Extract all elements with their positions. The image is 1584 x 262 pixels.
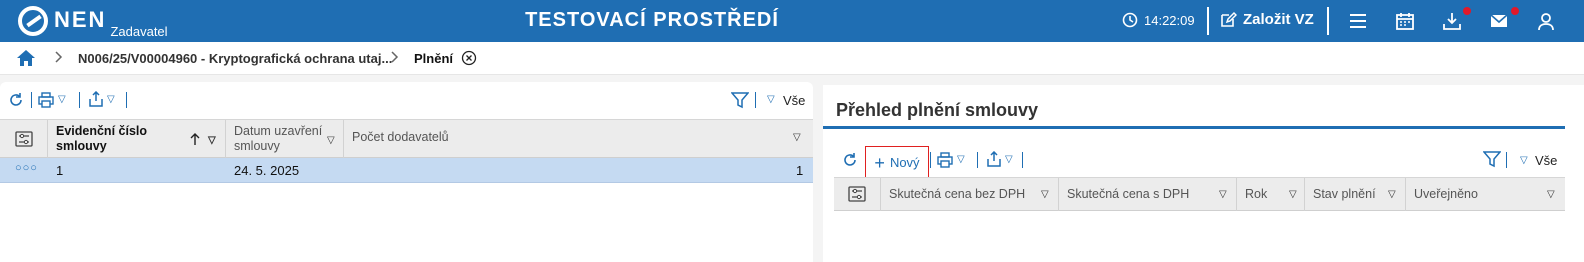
contracts-panel: ▽ ▽ ▽ Vše Evidenční číslo smlouvy ▽ Datu… [0,82,813,262]
refresh-icon[interactable] [8,92,24,108]
toolbar-divider [79,92,80,108]
column-header-label: Datum uzavření smlouvy [234,124,323,153]
export-icon[interactable] [88,91,104,107]
table-row[interactable]: ○○○ 1 24. 5. 2025 1 [0,158,813,183]
create-contract-label: Založit VZ [1243,11,1314,28]
mail-notification-dot [1511,7,1519,15]
download-icon[interactable] [1442,11,1462,31]
column-header-label: Skutečná cena bez DPH [889,187,1026,201]
filter-icon[interactable] [731,91,749,109]
print-dropdown-icon[interactable]: ▽ [58,94,66,105]
column-header-label: Počet dodavatelů [352,130,449,144]
column-header-stav-plneni[interactable]: Stav plnění ▽ [1305,178,1406,211]
print-icon[interactable] [937,152,953,168]
user-icon[interactable] [1536,11,1556,31]
header-divider [1327,7,1329,35]
column-header-label: Uveřejněno [1414,187,1478,201]
column-menu-icon[interactable]: ▽ [208,133,216,148]
calendar-icon[interactable] [1395,11,1415,31]
column-header-uverejneno[interactable]: Uveřejněno ▽ [1406,178,1565,211]
new-fulfillment-button[interactable]: + Nový [865,146,929,179]
edit-icon [1221,11,1237,27]
column-header-label: Evidenční číslo smlouvy [56,124,148,153]
chevron-right-icon [391,51,399,63]
contracts-grid-header: Evidenční číslo smlouvy ▽ Datum uzavření… [0,119,813,158]
column-header-cena-bez-dph[interactable]: Skutečná cena bez DPH ▽ [881,178,1059,211]
breadcrumb-item-contract[interactable]: N006/25/V00004960 - Kryptografická ochra… [78,51,392,66]
sort-ascending-icon[interactable] [190,132,200,146]
fulfillment-panel: Přehled plnění smlouvy + Nový ▽ ▽ ▽ Vše … [823,85,1584,262]
plus-icon: + [874,152,885,173]
column-header-evidencni-cislo[interactable]: Evidenční číslo smlouvy ▽ [48,120,226,158]
menu-icon[interactable] [1348,11,1368,31]
column-header-label: Rok [1245,187,1268,201]
app-header: NEN Zadavatel TESTOVACÍ PROSTŘEDÍ 14:22:… [0,0,1584,42]
close-tab-icon[interactable] [461,50,477,66]
column-header-label: Skutečná cena s DPH [1067,187,1190,201]
column-header-datum[interactable]: Datum uzavření smlouvy ▽ [226,120,344,158]
panel-title: Přehled plnění smlouvy [836,100,1039,120]
home-icon[interactable] [16,49,36,67]
export-dropdown-icon[interactable]: ▽ [107,94,115,105]
new-button-label: Nový [889,155,920,170]
cell-datum: 24. 5. 2025 [234,163,300,178]
column-settings-cell[interactable] [834,178,881,211]
toolbar-divider [1022,152,1023,168]
column-settings-cell[interactable] [0,120,48,158]
toolbar-divider [930,152,931,168]
column-settings-icon[interactable] [15,131,33,147]
column-header-pocet[interactable]: Počet dodavatelů ▽ [344,120,813,158]
mail-icon[interactable] [1489,11,1509,31]
toolbar-divider [977,152,978,168]
clock-icon [1122,12,1138,28]
environment-title: TESTOVACÍ PROSTŘEDÍ [525,9,779,31]
toolbar-divider [1506,152,1507,168]
cell-pocet: 1 [796,163,804,178]
filter-value[interactable]: Vše [783,93,805,108]
filter-value[interactable]: Vše [1535,153,1557,168]
column-menu-icon[interactable]: ▽ [1219,189,1227,200]
title-underline [823,126,1565,129]
cell-evidencni-cislo: 1 [56,163,64,178]
print-icon[interactable] [38,92,54,108]
column-settings-icon[interactable] [848,186,866,202]
column-menu-icon[interactable]: ▽ [793,130,801,145]
chevron-right-icon [55,51,63,63]
filter-dropdown-icon[interactable]: ▽ [1520,155,1528,166]
column-header-cena-s-dph[interactable]: Skutečná cena s DPH ▽ [1059,178,1237,211]
column-menu-icon[interactable]: ▽ [1289,189,1297,200]
header-divider [1207,7,1209,35]
print-dropdown-icon[interactable]: ▽ [957,154,965,165]
refresh-icon[interactable] [842,152,858,168]
session-clock: 14:22:09 [1122,12,1195,28]
export-icon[interactable] [986,151,1002,167]
toolbar-divider [126,92,127,108]
toolbar-divider [31,92,32,108]
breadcrumb-item-current: Plnění [414,51,454,66]
filter-dropdown-icon[interactable]: ▽ [767,94,775,105]
create-contract-button[interactable]: Založit VZ [1220,11,1314,28]
breadcrumb: N006/25/V00004960 - Kryptografická ochra… [0,42,1584,75]
export-dropdown-icon[interactable]: ▽ [1005,154,1013,165]
toolbar-divider [755,92,756,108]
clock-time: 14:22:09 [1144,12,1195,28]
column-menu-icon[interactable]: ▽ [1547,189,1555,200]
row-actions-icon[interactable]: ○○○ [15,162,38,174]
fulfillment-grid-header: Skutečná cena bez DPH ▽ Skutečná cena s … [834,177,1565,211]
column-menu-icon[interactable]: ▽ [327,133,335,148]
column-menu-icon[interactable]: ▽ [1388,189,1396,200]
download-notification-dot [1463,7,1471,15]
column-header-rok[interactable]: Rok ▽ [1237,178,1305,211]
column-menu-icon[interactable]: ▽ [1041,189,1049,200]
filter-icon[interactable] [1483,150,1501,168]
column-header-label: Stav plnění [1313,187,1376,201]
